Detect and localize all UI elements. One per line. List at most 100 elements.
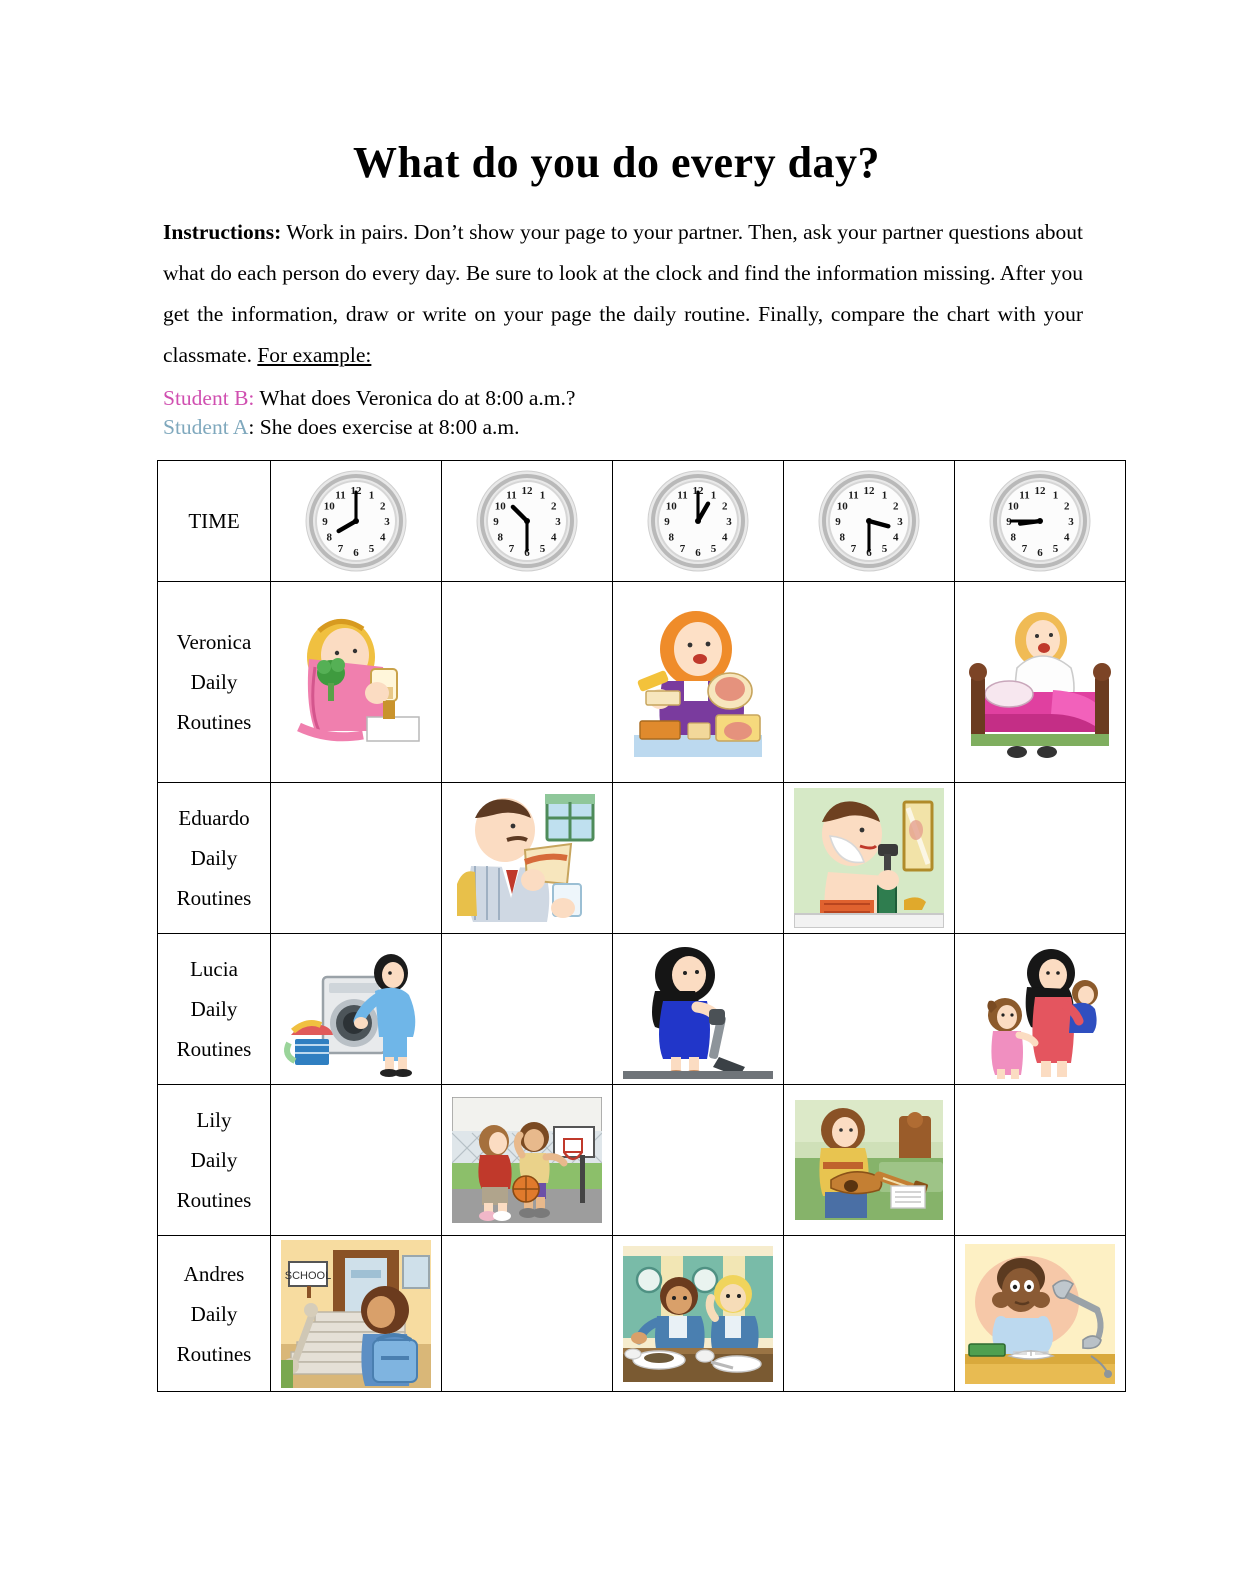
clock-cell-8-45: 12 1 2 3 4 5 6 7 8 9 10 11 bbox=[954, 460, 1126, 583]
svg-text:4: 4 bbox=[380, 532, 386, 544]
svg-text:8: 8 bbox=[668, 532, 674, 544]
clock-icon: 121234567891011 bbox=[272, 462, 441, 581]
children-eating-dinner-picture bbox=[614, 1237, 783, 1391]
woman-making-sandwich-picture bbox=[614, 583, 783, 782]
empty-routine-cell-lucia-4[interactable] bbox=[783, 933, 955, 1086]
routine-cell-lucia-1[interactable] bbox=[270, 933, 442, 1086]
svg-text:7: 7 bbox=[851, 543, 857, 555]
routine-cell-lily-4[interactable] bbox=[783, 1084, 955, 1237]
row-label-line: Daily bbox=[190, 670, 238, 695]
row-label-line: Daily bbox=[190, 1301, 238, 1326]
routine-cell-veronica-1[interactable] bbox=[270, 581, 442, 784]
routine-cell-lucia-5[interactable] bbox=[954, 933, 1126, 1086]
svg-text:4: 4 bbox=[893, 532, 899, 544]
daily-routines-table: TIME121234567891011121234567891011121234… bbox=[157, 460, 1126, 1393]
instructions-paragraph: Instructions: Work in pairs. Don’t show … bbox=[163, 212, 1083, 376]
row-label-line: Daily bbox=[190, 997, 238, 1022]
routine-cell-andres-5[interactable] bbox=[954, 1235, 1126, 1393]
svg-text:5: 5 bbox=[711, 543, 717, 555]
svg-text:6: 6 bbox=[695, 547, 701, 559]
svg-text:1: 1 bbox=[369, 490, 375, 502]
svg-text:7: 7 bbox=[1022, 543, 1028, 555]
empty-cell bbox=[785, 935, 954, 1084]
clock-cell-3-30: 12 1 2 3 4 5 6 7 8 9 10 11 bbox=[783, 460, 955, 583]
clock-cell-8-00: 121234567891011 bbox=[270, 460, 442, 583]
empty-routine-cell-eduardo-5[interactable] bbox=[954, 782, 1126, 935]
svg-text:11: 11 bbox=[335, 490, 345, 502]
routine-cell-veronica-3[interactable] bbox=[612, 581, 784, 784]
table-row-lucia: Lucia Daily Routines bbox=[157, 933, 1126, 1086]
routine-cell-eduardo-4[interactable] bbox=[783, 782, 955, 935]
svg-text:7: 7 bbox=[338, 543, 344, 555]
woman-eating-vegetables-picture bbox=[272, 583, 441, 782]
row-label-andres: Andres Daily Routines bbox=[157, 1235, 271, 1393]
svg-text:1: 1 bbox=[882, 490, 888, 502]
routine-cell-andres-3[interactable] bbox=[612, 1235, 784, 1393]
svg-text:10: 10 bbox=[1008, 501, 1020, 513]
example-line-student-b: Student B: What does Veronica do at 8:00… bbox=[163, 384, 1083, 413]
woman-waking-up-in-bed-picture bbox=[956, 583, 1125, 782]
svg-text:3: 3 bbox=[1068, 516, 1074, 528]
empty-routine-cell-andres-4[interactable] bbox=[783, 1235, 955, 1393]
routine-cell-veronica-5[interactable] bbox=[954, 581, 1126, 784]
empty-cell bbox=[614, 784, 783, 933]
svg-text:4: 4 bbox=[1064, 532, 1070, 544]
svg-text:6: 6 bbox=[353, 547, 359, 559]
svg-text:11: 11 bbox=[848, 490, 858, 502]
empty-cell bbox=[956, 784, 1125, 933]
svg-text:3: 3 bbox=[555, 516, 561, 528]
for-example-label: For example: bbox=[257, 343, 372, 368]
empty-routine-cell-lucia-2[interactable] bbox=[441, 933, 613, 1086]
student-a-label: Student A bbox=[163, 415, 249, 440]
svg-text:11: 11 bbox=[1019, 490, 1029, 502]
row-label-line: Routines bbox=[176, 1341, 252, 1366]
empty-cell bbox=[272, 1086, 441, 1235]
empty-cell bbox=[956, 1086, 1125, 1235]
man-eating-sandwich-picture bbox=[443, 784, 612, 933]
table-row-lily: Lily Daily Routines bbox=[157, 1084, 1126, 1237]
empty-cell bbox=[443, 583, 612, 782]
table-body: TIME121234567891011121234567891011121234… bbox=[157, 460, 1126, 1393]
svg-text:5: 5 bbox=[369, 543, 375, 555]
table-row-time: TIME121234567891011121234567891011121234… bbox=[157, 460, 1126, 583]
student-a-text: : She does exercise at 8:00 a.m. bbox=[248, 415, 520, 440]
empty-routine-cell-veronica-2[interactable] bbox=[441, 581, 613, 784]
man-shaving-picture bbox=[785, 784, 954, 933]
svg-text:5: 5 bbox=[1053, 543, 1059, 555]
woman-vacuuming-picture bbox=[614, 935, 783, 1084]
empty-routine-cell-lily-3[interactable] bbox=[612, 1084, 784, 1237]
svg-text:2: 2 bbox=[380, 501, 386, 513]
routine-cell-eduardo-2[interactable] bbox=[441, 782, 613, 935]
svg-text:9: 9 bbox=[322, 516, 328, 528]
routine-cell-andres-1[interactable]: SCHOOL bbox=[270, 1235, 442, 1393]
student-b-text: What does Veronica do at 8:00 a.m.? bbox=[254, 386, 576, 411]
svg-text:10: 10 bbox=[837, 501, 849, 513]
routine-cell-lucia-3[interactable] bbox=[612, 933, 784, 1086]
svg-text:6: 6 bbox=[1037, 547, 1043, 559]
student-b-label: Student B: bbox=[163, 386, 255, 411]
routine-cell-lily-2[interactable] bbox=[441, 1084, 613, 1237]
svg-text:9: 9 bbox=[835, 516, 841, 528]
children-playing-basketball-picture bbox=[443, 1086, 612, 1235]
empty-routine-cell-lily-5[interactable] bbox=[954, 1084, 1126, 1237]
svg-text:8: 8 bbox=[1010, 532, 1016, 544]
svg-text:5: 5 bbox=[540, 543, 546, 555]
row-label-line: Eduardo bbox=[178, 806, 250, 831]
empty-cell bbox=[614, 1086, 783, 1235]
svg-text:2: 2 bbox=[551, 501, 557, 513]
svg-text:1: 1 bbox=[1053, 490, 1059, 502]
empty-routine-cell-eduardo-3[interactable] bbox=[612, 782, 784, 935]
svg-text:10: 10 bbox=[666, 501, 678, 513]
clock-icon: 121234567891011 bbox=[956, 462, 1125, 581]
svg-text:2: 2 bbox=[722, 501, 728, 513]
table-row-veronica: Veronica Daily Routines bbox=[157, 581, 1126, 784]
empty-routine-cell-andres-2[interactable] bbox=[441, 1235, 613, 1393]
empty-cell bbox=[443, 1237, 612, 1391]
svg-text:2: 2 bbox=[893, 501, 899, 513]
empty-routine-cell-lily-1[interactable] bbox=[270, 1084, 442, 1237]
clock-cell-10-30: 12 1 2 3 4 5 6 7 8 9 10 11 bbox=[441, 460, 613, 583]
svg-text:4: 4 bbox=[722, 532, 728, 544]
empty-routine-cell-veronica-4[interactable] bbox=[783, 581, 955, 784]
instructions-label: Instructions: bbox=[163, 220, 282, 245]
empty-routine-cell-eduardo-1[interactable] bbox=[270, 782, 442, 935]
